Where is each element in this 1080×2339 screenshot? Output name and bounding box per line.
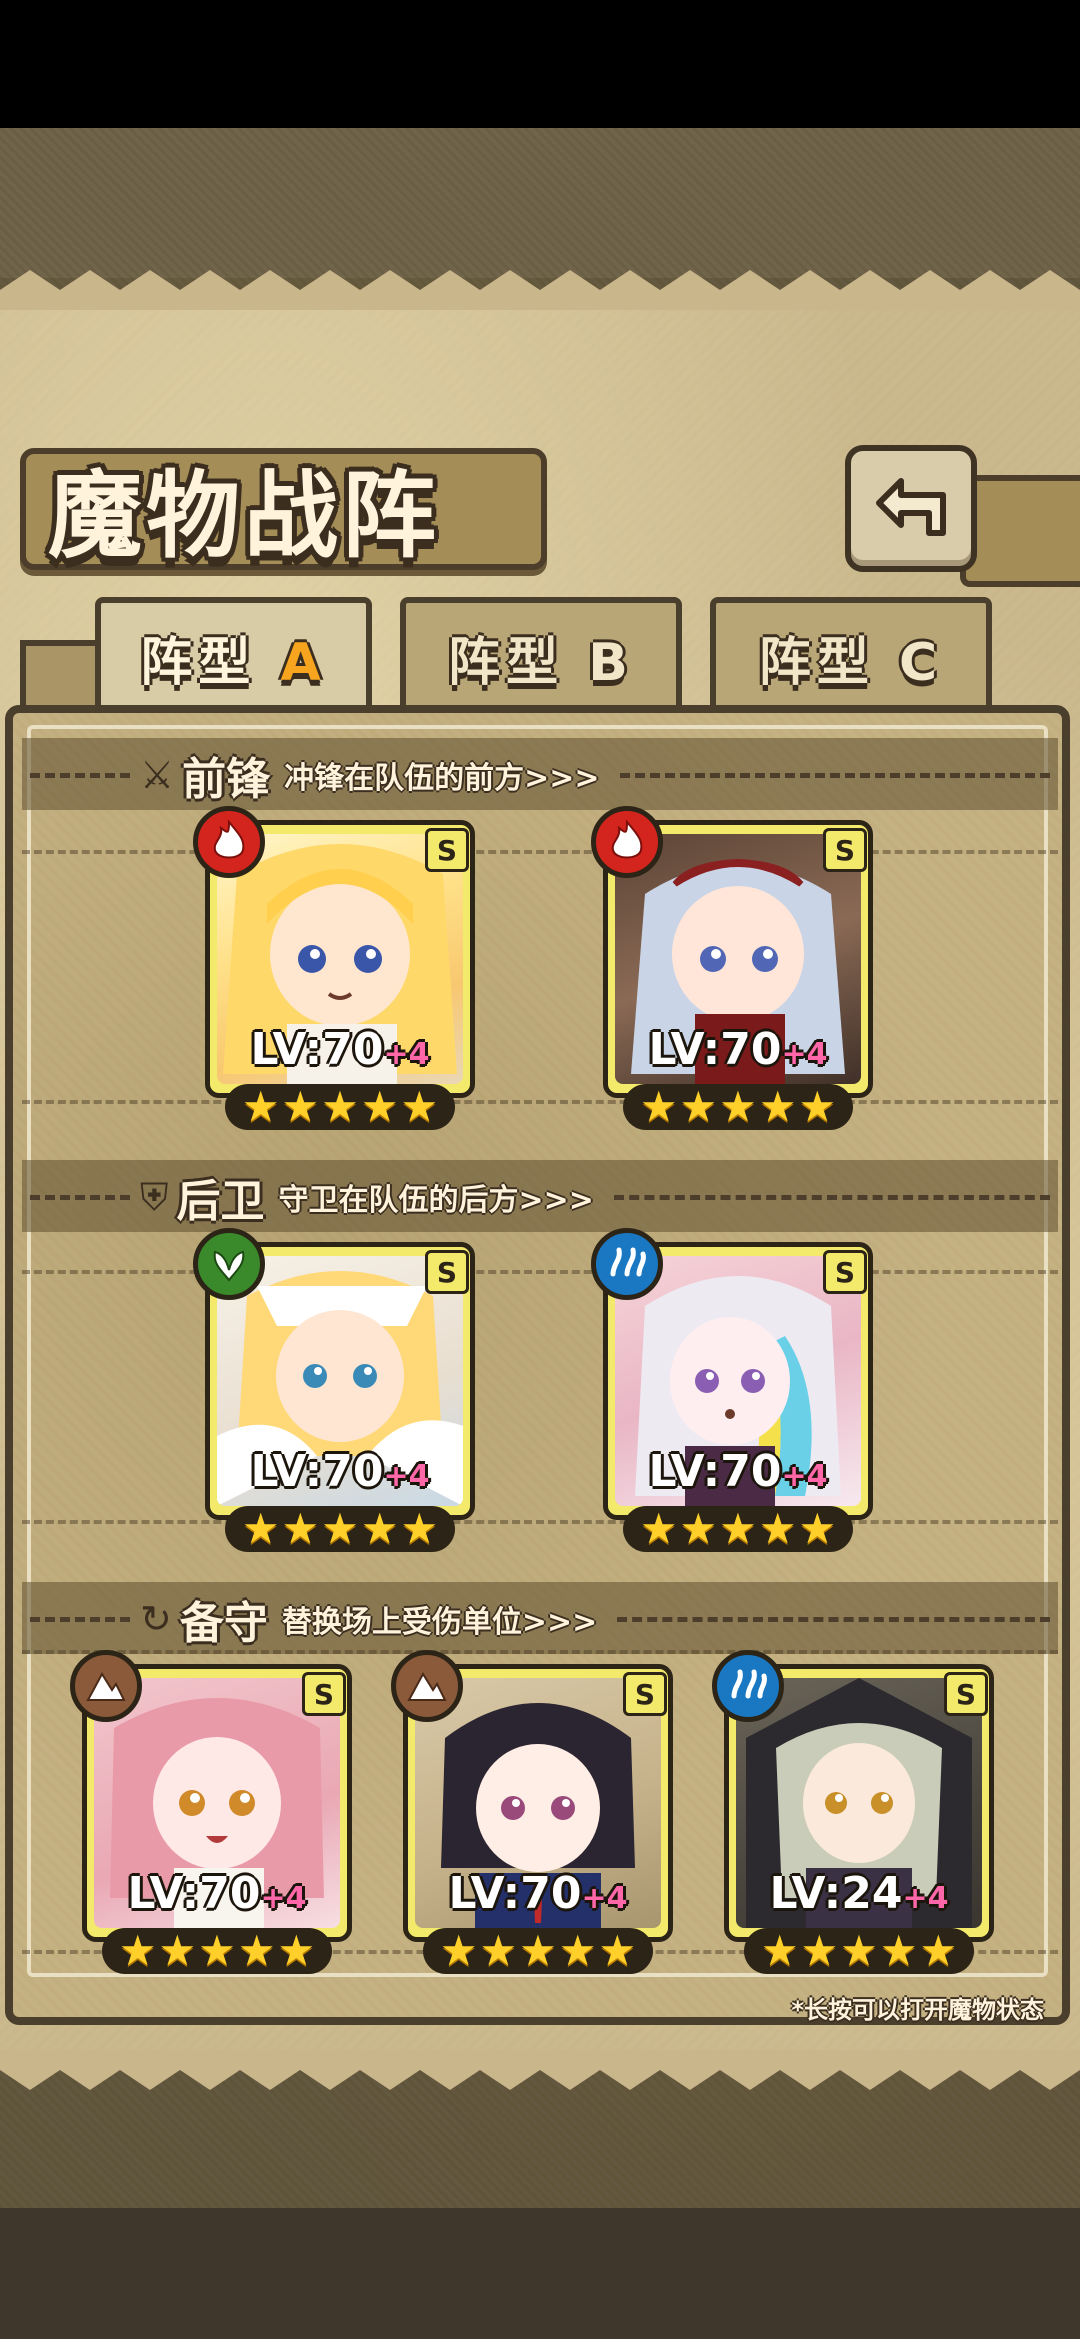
- fire-element-icon: [591, 806, 663, 878]
- divider: [619, 772, 1050, 778]
- row-line: [22, 850, 1058, 854]
- back-button-tail: [960, 475, 1080, 587]
- zigzag-top-edge: [0, 270, 1080, 310]
- tab-suffix: A: [280, 632, 327, 693]
- sword-icon: ⚔: [140, 753, 175, 797]
- divider: [30, 1616, 130, 1622]
- monster-card[interactable]: S LV:70+4 ★ ★ ★ ★ ★: [70, 1650, 352, 1974]
- section-title: 后卫: [176, 1176, 265, 1227]
- section-title: 备守: [179, 1598, 268, 1649]
- section-header-vanguard: ⚔ 前锋 冲锋在队伍的前方>>>: [0, 745, 1080, 805]
- section-title: 前锋: [182, 754, 271, 805]
- grade-badge: S: [425, 1250, 469, 1294]
- tab-formation-c[interactable]: 阵型 C: [710, 597, 992, 711]
- star-rating: ★ ★ ★ ★ ★: [623, 1084, 853, 1130]
- star-rating: ★ ★ ★ ★ ★: [744, 1928, 974, 1974]
- tab-formation-a[interactable]: 阵型 A: [95, 597, 372, 711]
- section-header-reserve: ↻ 备守 替换场上受伤单位>>>: [0, 1589, 1080, 1649]
- grade-badge: S: [823, 1250, 867, 1294]
- divider: [30, 1194, 130, 1200]
- leaf-element-icon: [193, 1228, 265, 1300]
- page-title: 魔物战阵: [48, 462, 441, 571]
- water-element-icon: [712, 1650, 784, 1722]
- star-rating: ★ ★ ★ ★ ★: [623, 1506, 853, 1552]
- star-rating: ★ ★ ★ ★ ★: [423, 1928, 653, 1974]
- monster-card[interactable]: S LV:70+4 ★ ★ ★ ★ ★: [193, 1228, 475, 1552]
- level-label: LV:24+4: [769, 1868, 949, 1919]
- divider: [613, 1194, 1050, 1200]
- star-rating: ★ ★ ★ ★ ★: [102, 1928, 332, 1974]
- back-button[interactable]: [845, 445, 977, 572]
- monster-card[interactable]: S LV:70+4 ★ ★ ★ ★ ★: [193, 806, 475, 1130]
- tab-label: 阵型: [448, 632, 565, 693]
- section-description: 替换场上受伤单位>>>: [281, 1605, 598, 1640]
- tab-suffix: B: [588, 632, 634, 693]
- tab-suffix: C: [898, 632, 944, 693]
- monster-card[interactable]: S LV:70+4 ★ ★ ★ ★ ★: [391, 1650, 673, 1974]
- divider: [30, 772, 130, 778]
- section-header-rearguard: ⛨ 后卫 守卫在队伍的后方>>>: [0, 1167, 1080, 1227]
- row-line: [22, 1270, 1058, 1274]
- monster-card[interactable]: S LV:24+4 ★ ★ ★ ★ ★: [712, 1650, 994, 1974]
- level-label: LV:70+4: [448, 1868, 628, 1919]
- water-element-icon: [591, 1228, 663, 1300]
- level-label: LV:70+4: [250, 1446, 430, 1497]
- divider: [617, 1616, 1050, 1622]
- earth-element-icon: [391, 1650, 463, 1722]
- row-line: [22, 1520, 1058, 1524]
- grade-badge: S: [623, 1672, 667, 1716]
- level-label: LV:70+4: [648, 1024, 828, 1075]
- star-rating: ★ ★ ★ ★ ★: [225, 1084, 455, 1130]
- level-label: LV:70+4: [127, 1868, 307, 1919]
- section-description: 守卫在队伍的后方>>>: [278, 1183, 594, 1218]
- hint-text: *长按可以打开魔物状态: [791, 1996, 1044, 2024]
- level-label: LV:70+4: [648, 1446, 828, 1497]
- grade-badge: S: [823, 828, 867, 872]
- grade-badge: S: [302, 1672, 346, 1716]
- level-label: LV:70+4: [250, 1024, 430, 1075]
- earth-element-icon: [70, 1650, 142, 1722]
- fire-element-icon: [193, 806, 265, 878]
- swap-icon: ↻: [140, 1597, 172, 1641]
- tab-formation-b[interactable]: 阵型 B: [400, 597, 682, 711]
- row-line: [22, 1100, 1058, 1104]
- monster-card[interactable]: S LV:70+4 ★ ★ ★ ★ ★: [591, 806, 873, 1130]
- return-arrow-icon: [876, 477, 946, 536]
- map-strip: [0, 128, 1080, 278]
- tab-label: 阵型: [140, 632, 257, 693]
- grade-badge: S: [944, 1672, 988, 1716]
- zigzag-bottom-edge: [0, 2050, 1080, 2090]
- section-description: 冲锋在队伍的前方>>>: [284, 761, 600, 796]
- tab-label: 阵型: [758, 632, 875, 693]
- row-line: [22, 1650, 1058, 1654]
- monster-card[interactable]: S LV:70+4 ★ ★ ★ ★ ★: [591, 1228, 873, 1552]
- grade-badge: S: [425, 828, 469, 872]
- shield-icon: ⛨: [140, 1174, 169, 1219]
- star-rating: ★ ★ ★ ★ ★: [225, 1506, 455, 1552]
- bottom-bar: [0, 2208, 1080, 2339]
